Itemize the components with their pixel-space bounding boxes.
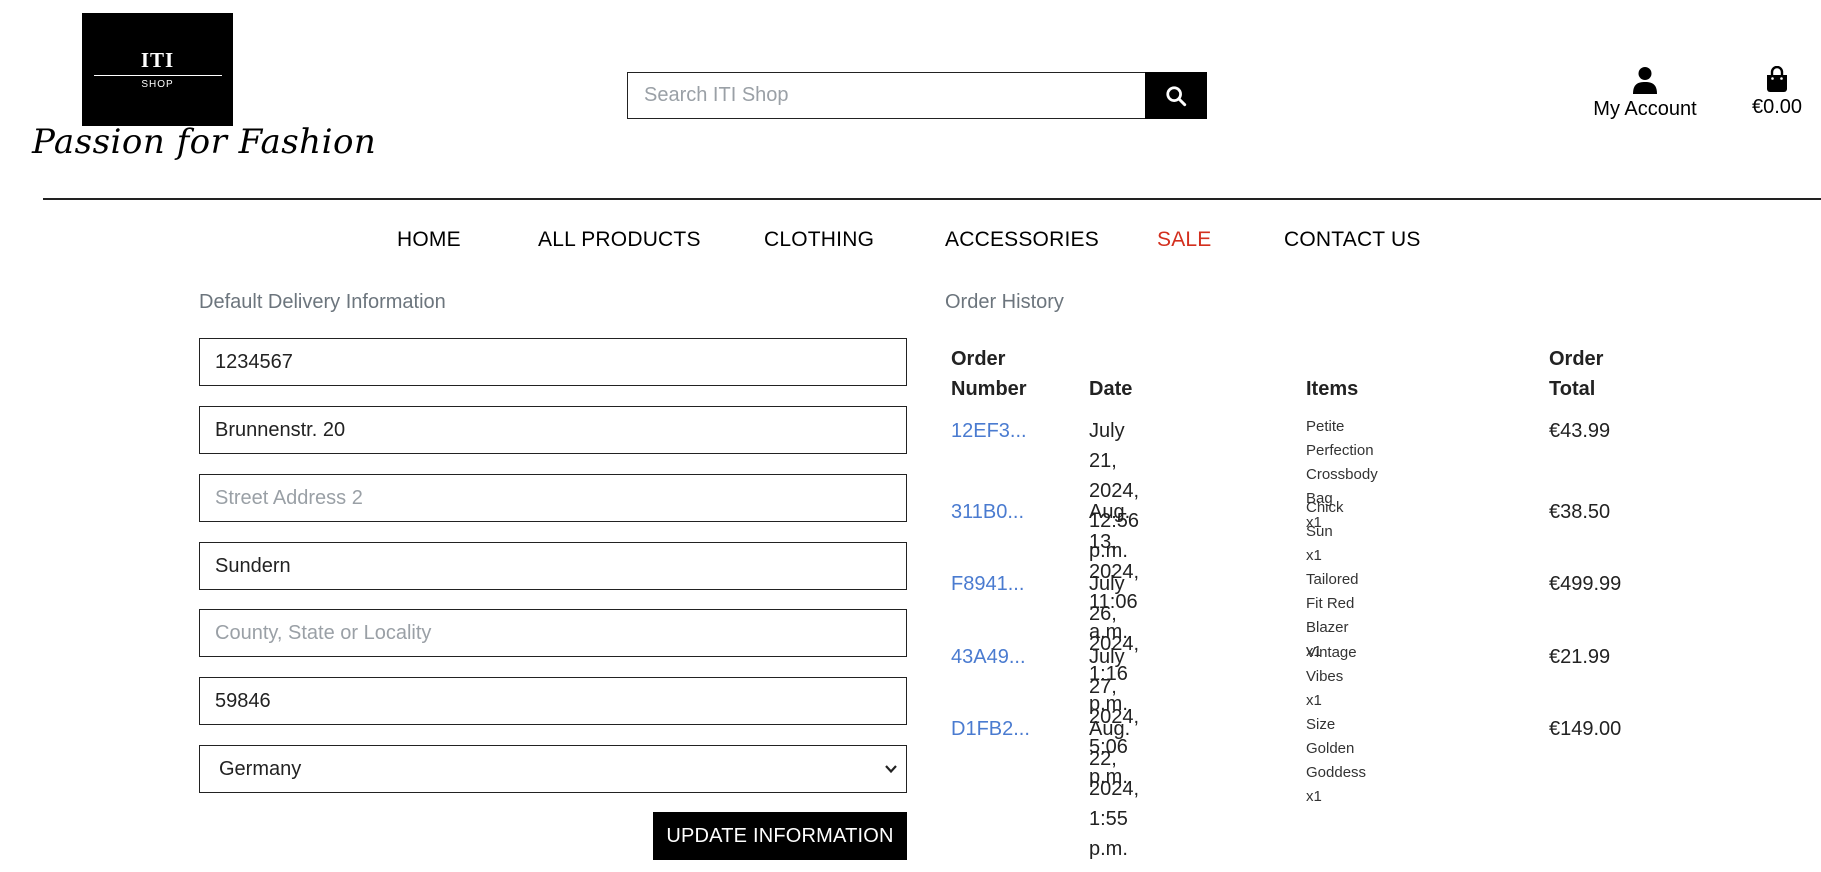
search-form	[627, 72, 1207, 119]
header-items: Items	[1306, 378, 1359, 400]
nav-clothing[interactable]: CLOTHING	[764, 228, 874, 252]
order-total: €21.99	[1549, 646, 1611, 668]
order-date-line1: Aug. 22, 2024, 1:55	[1089, 718, 1140, 830]
logo[interactable]: ITI SHOP	[82, 13, 233, 126]
order-history-title: Order History	[945, 291, 1064, 313]
my-account-label: My Account	[1593, 98, 1697, 120]
order-number-link[interactable]: 311B0...	[951, 497, 1024, 527]
nav-sale[interactable]: SALE	[1157, 228, 1212, 252]
chevron-down-icon	[885, 765, 897, 774]
county-field[interactable]	[199, 609, 907, 657]
update-information-button[interactable]: UPDATE INFORMATION	[653, 812, 907, 860]
header-order-total: Order Total	[1549, 344, 1603, 404]
nav-contact-us[interactable]: CONTACT US	[1284, 228, 1421, 252]
logo-divider	[93, 75, 222, 76]
order-total: €499.99	[1549, 573, 1622, 595]
order-items-line1: Petite Perfection Crossbody Bag	[1306, 418, 1378, 507]
user-icon	[1633, 67, 1657, 94]
header-order-number-line2: Number	[951, 378, 1027, 400]
country-select-value: Germany	[219, 757, 302, 780]
search-icon	[1166, 85, 1187, 106]
order-total: €43.99	[1549, 420, 1611, 442]
logo-title: ITI	[140, 48, 175, 72]
nav-accessories[interactable]: ACCESSORIES	[945, 228, 1099, 252]
order-date-line2: p.m.	[1089, 838, 1128, 860]
order-total: €149.00	[1549, 718, 1622, 740]
country-select[interactable]: Germany	[199, 745, 907, 793]
nav-all-products[interactable]: ALL PRODUCTS	[538, 228, 701, 252]
street-address-1-field[interactable]	[199, 406, 907, 454]
header-divider	[43, 198, 1821, 200]
tagline: Passion for Fashion	[32, 122, 377, 162]
search-button[interactable]	[1145, 72, 1207, 119]
nav-home[interactable]: HOME	[397, 228, 461, 252]
search-input[interactable]	[627, 72, 1145, 119]
order-number-link[interactable]: F8941...	[951, 569, 1024, 599]
order-date: Aug. 22, 2024, 1:55 p.m.	[1089, 714, 1139, 864]
logo-subtitle: SHOP	[141, 79, 174, 90]
header-order-total-line1: Order	[1549, 348, 1604, 370]
shopping-bag-icon	[1767, 66, 1787, 92]
phone-field[interactable]	[199, 338, 907, 386]
header-order-number: Order Number	[951, 344, 1027, 404]
header-date: Date	[1089, 378, 1133, 400]
postcode-field[interactable]	[199, 677, 907, 725]
order-number-link[interactable]: 43A49...	[951, 642, 1026, 672]
order-items: Chick Sun x1	[1306, 499, 1344, 564]
order-number-link[interactable]: D1FB2...	[951, 714, 1030, 744]
delivery-section-title: Default Delivery Information	[199, 291, 446, 313]
my-account-link[interactable]: My Account	[1590, 66, 1700, 121]
town-field[interactable]	[199, 542, 907, 590]
order-items: Vintage Vibes x1	[1306, 644, 1357, 709]
street-address-2-field[interactable]	[199, 474, 907, 522]
header-order-total-line2: Total	[1549, 378, 1596, 400]
order-number-link[interactable]: 12EF3...	[951, 416, 1027, 446]
header-order-number-line1: Order	[951, 348, 1006, 370]
cart-link[interactable]: €0.00	[1745, 66, 1809, 119]
cart-total: €0.00	[1751, 96, 1803, 118]
order-total: €38.50	[1549, 501, 1611, 523]
order-items: Size Golden Goddess x1	[1306, 716, 1367, 805]
